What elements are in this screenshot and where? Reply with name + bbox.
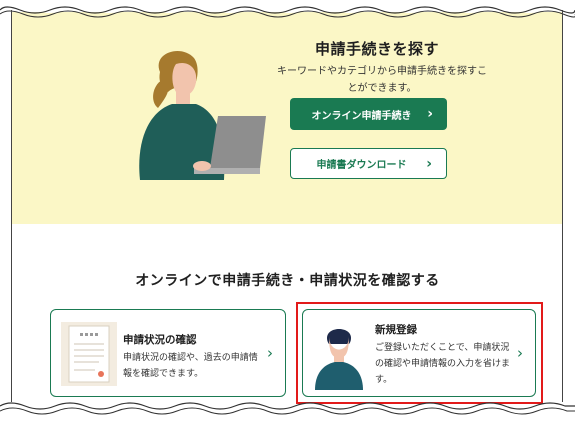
online-application-label: オンライン申請手続き xyxy=(311,110,412,122)
new-registration-title: 新規登録 xyxy=(375,324,417,336)
chevron-right-icon: › xyxy=(517,344,523,362)
right-border xyxy=(562,10,563,402)
download-form-label: 申請書ダウンロード xyxy=(316,160,407,171)
hero-description: キーワードやカテゴリから申請手続きを探すことができます。 xyxy=(277,66,487,94)
hero-title: 申請手続きを探す xyxy=(315,40,440,58)
application-status-card[interactable]: 申請状況の確認 申請状況の確認や、過去の申請情報を確認できます。 › xyxy=(50,309,286,397)
person-avatar-illustration xyxy=(309,320,369,390)
application-status-text: 申請状況の確認や、過去の申請情報を確認できます。 xyxy=(123,353,258,379)
new-registration-card[interactable]: 新規登録 ご登録いただくことで、申請状況の確認や申請情報の入力を省けます。 › xyxy=(302,309,536,397)
section-title: オンラインで申請手続き・申請状況を確認する xyxy=(135,273,440,289)
person-laptop-illustration xyxy=(122,42,282,182)
left-border xyxy=(11,10,12,402)
page: 申請手続きを探す キーワードやカテゴリから申請手続きを探すことができます。 オン… xyxy=(0,0,575,422)
bottom-torn-edge xyxy=(0,402,575,422)
chevron-right-icon: › xyxy=(426,155,432,172)
application-status-title: 申請状況の確認 xyxy=(123,334,197,346)
chevron-right-icon: › xyxy=(427,106,433,122)
online-application-button[interactable]: オンライン申請手続き › xyxy=(290,98,447,130)
chevron-right-icon: › xyxy=(267,344,273,362)
download-form-button[interactable]: 申請書ダウンロード › xyxy=(290,148,447,179)
search-procedures-panel: 申請手続きを探す キーワードやカテゴリから申請手続きを探すことができます。 xyxy=(12,12,562,224)
document-illustration xyxy=(61,322,117,386)
new-registration-text: ご登録いただくことで、申請状況の確認や申請情報の入力を省けます。 xyxy=(375,343,511,385)
